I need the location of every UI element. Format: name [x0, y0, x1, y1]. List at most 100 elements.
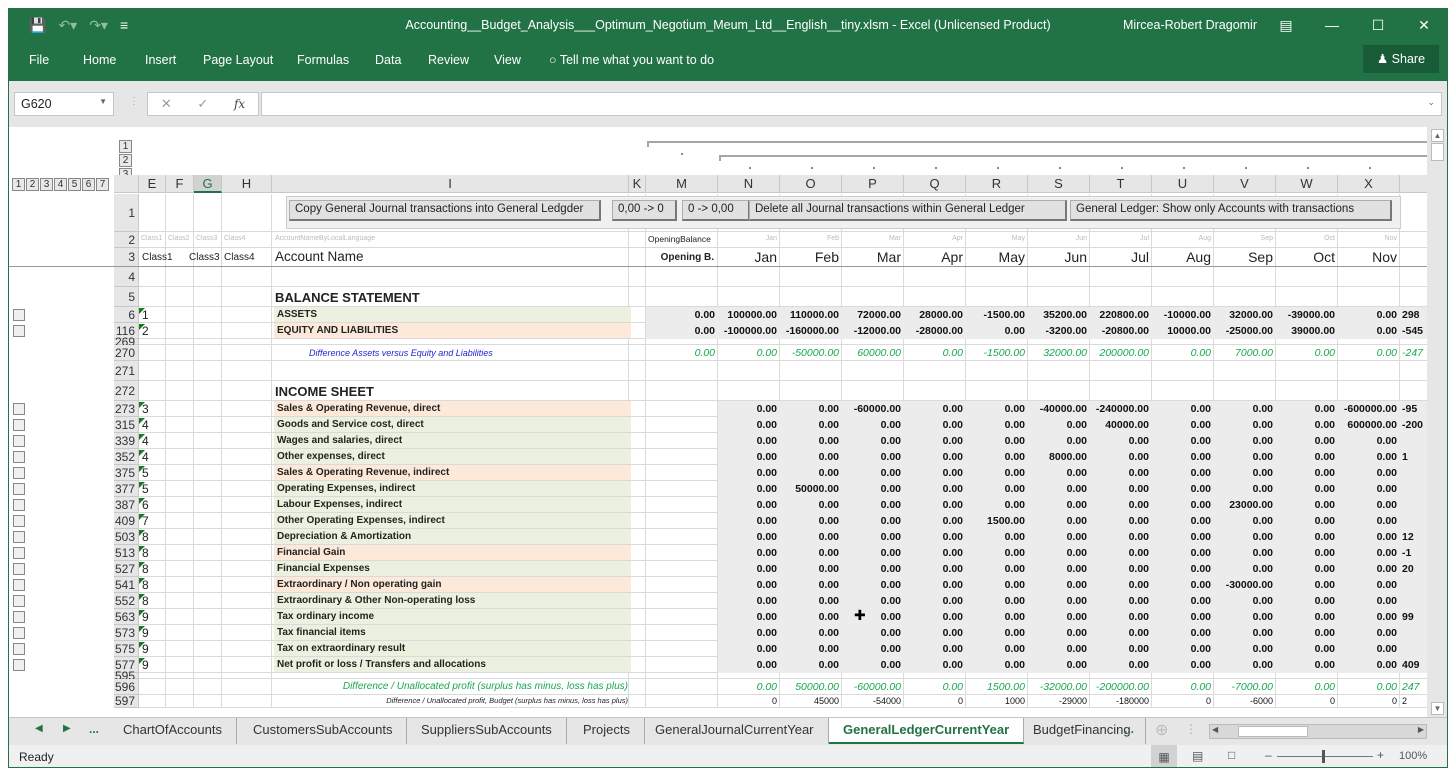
expand-group-icon[interactable] [13, 627, 25, 639]
month-value[interactable]: 0.00 [842, 483, 904, 495]
grid-cell[interactable] [904, 267, 966, 287]
month-value[interactable]: 0.00 [966, 403, 1028, 415]
account-class[interactable]: 9 [139, 610, 149, 624]
grid-cell[interactable] [222, 561, 272, 577]
grid-cell[interactable] [194, 345, 222, 361]
month-value[interactable]: 0.00 [718, 627, 780, 639]
month-value[interactable]: 0.00 [1276, 627, 1338, 639]
month-value[interactable]: 0.00 [1338, 595, 1400, 607]
grid-cell[interactable] [166, 561, 194, 577]
month-value[interactable]: 0.00 [1090, 611, 1152, 623]
month-value[interactable]: 0.00 [1090, 595, 1152, 607]
account-name[interactable]: Other expenses, direct [274, 449, 631, 464]
month-value[interactable]: 8000.00 [1028, 451, 1090, 463]
month-value-partial[interactable]: -545 [1400, 325, 1427, 337]
grid-cell[interactable] [629, 433, 646, 449]
tab-scroll-left-icon[interactable]: ◀ [35, 723, 43, 734]
grid-cell[interactable] [166, 641, 194, 657]
difference-value[interactable]: 0.00 [1338, 681, 1400, 693]
grid-cell[interactable] [139, 381, 166, 401]
month-value[interactable]: 0.00 [718, 579, 780, 591]
column-header-V[interactable]: V [1214, 175, 1276, 193]
grid-cell[interactable] [646, 577, 718, 593]
grid-cell[interactable] [629, 497, 646, 513]
grid-cell[interactable] [194, 481, 222, 497]
month-value[interactable]: 0.00 [1214, 435, 1276, 447]
grid-cell[interactable] [194, 497, 222, 513]
row-header-541[interactable]: 541 [114, 577, 139, 593]
column-header-F[interactable]: F [166, 175, 194, 193]
month-value[interactable]: -20800.00 [1090, 325, 1152, 337]
grid-cell[interactable] [222, 545, 272, 561]
grid-cell[interactable] [194, 545, 222, 561]
grid-cell[interactable] [629, 545, 646, 561]
grid-cell[interactable] [194, 381, 222, 401]
account-class[interactable]: 5 [139, 466, 149, 480]
difference-value[interactable]: 0.00 [1276, 681, 1338, 693]
account-class[interactable]: 8 [139, 530, 149, 544]
difference-value[interactable]: 0.00 [1152, 347, 1214, 359]
month-value[interactable]: 0.00 [1090, 467, 1152, 479]
delete-journal-button[interactable]: Delete all Journal transactions within G… [749, 200, 1067, 221]
month-value[interactable]: 0.00 [1090, 531, 1152, 543]
grid-cell[interactable] [629, 679, 646, 695]
month-value[interactable]: 0.00 [904, 659, 966, 671]
grid-cell[interactable] [629, 481, 646, 497]
month-value[interactable]: 0.00 [1028, 563, 1090, 575]
expand-group-icon[interactable] [13, 579, 25, 591]
sheet-tab[interactable]: ChartOfAccounts [109, 718, 237, 744]
grid-cell[interactable] [222, 361, 272, 381]
grid-cell[interactable] [194, 433, 222, 449]
month-value[interactable]: 0.00 [904, 595, 966, 607]
month-value[interactable]: 0.00 [966, 579, 1028, 591]
month-value[interactable]: 0.00 [1152, 563, 1214, 575]
account-class[interactable]: 8 [139, 578, 149, 592]
month-value[interactable]: -1500.00 [966, 309, 1028, 321]
month-value[interactable]: 0.00 [842, 467, 904, 479]
month-value[interactable]: 0.00 [966, 435, 1028, 447]
column-header-partial[interactable] [1400, 175, 1427, 193]
month-value[interactable]: 0.00 [842, 531, 904, 543]
row-header-6[interactable]: 6 [114, 307, 139, 323]
grid-cell[interactable] [629, 609, 646, 625]
grid-cell[interactable] [646, 361, 718, 381]
row-header-503[interactable]: 503 [114, 529, 139, 545]
grid-cell[interactable] [629, 561, 646, 577]
account-name[interactable]: Tax financial items [274, 625, 631, 640]
grid-cell[interactable] [646, 465, 718, 481]
col-outline-level-2[interactable]: 2 [119, 154, 132, 167]
month-value[interactable]: 0.00 [1338, 309, 1400, 321]
month-value[interactable]: 0.00 [842, 547, 904, 559]
month-value-partial[interactable]: 1 [1400, 451, 1427, 463]
grid-cell[interactable] [1028, 267, 1090, 287]
grid-cell[interactable] [629, 657, 646, 673]
expand-group-icon[interactable] [13, 483, 25, 495]
scroll-down-icon[interactable]: ▼ [1431, 702, 1444, 715]
month-value[interactable]: 0.00 [1090, 451, 1152, 463]
difference-value[interactable]: 0.00 [718, 681, 780, 693]
month-value[interactable]: -10000.00 [1152, 309, 1214, 321]
account-name[interactable]: Other Operating Expenses, indirect [274, 513, 631, 528]
row-header-527[interactable]: 527 [114, 561, 139, 577]
month-value[interactable]: 0.00 [1338, 659, 1400, 671]
month-value[interactable]: 0.00 [1152, 659, 1214, 671]
tab-view[interactable]: View [494, 53, 521, 67]
month-value[interactable]: 0.00 [1152, 435, 1214, 447]
difference-value[interactable]: 0.00 [1152, 681, 1214, 693]
grid-cell[interactable] [166, 323, 194, 339]
grid-cell[interactable] [166, 513, 194, 529]
month-value[interactable]: 72000.00 [842, 309, 904, 321]
grid-cell[interactable] [166, 267, 194, 287]
row-header-339[interactable]: 339 [114, 433, 139, 449]
grid-cell[interactable] [842, 267, 904, 287]
row-header-409[interactable]: 409 [114, 513, 139, 529]
account-class[interactable]: 8 [139, 546, 149, 560]
account-class[interactable]: 8 [139, 594, 149, 608]
month-value[interactable]: 0.00 [1028, 435, 1090, 447]
difference-value[interactable]: 7000.00 [1214, 347, 1276, 359]
month-value[interactable]: -160000.00 [780, 325, 842, 337]
account-class[interactable]: 9 [139, 658, 149, 672]
month-value[interactable]: -40000.00 [1028, 403, 1090, 415]
grid-cell[interactable] [629, 449, 646, 465]
account-name[interactable]: Wages and salaries, direct [274, 433, 631, 448]
